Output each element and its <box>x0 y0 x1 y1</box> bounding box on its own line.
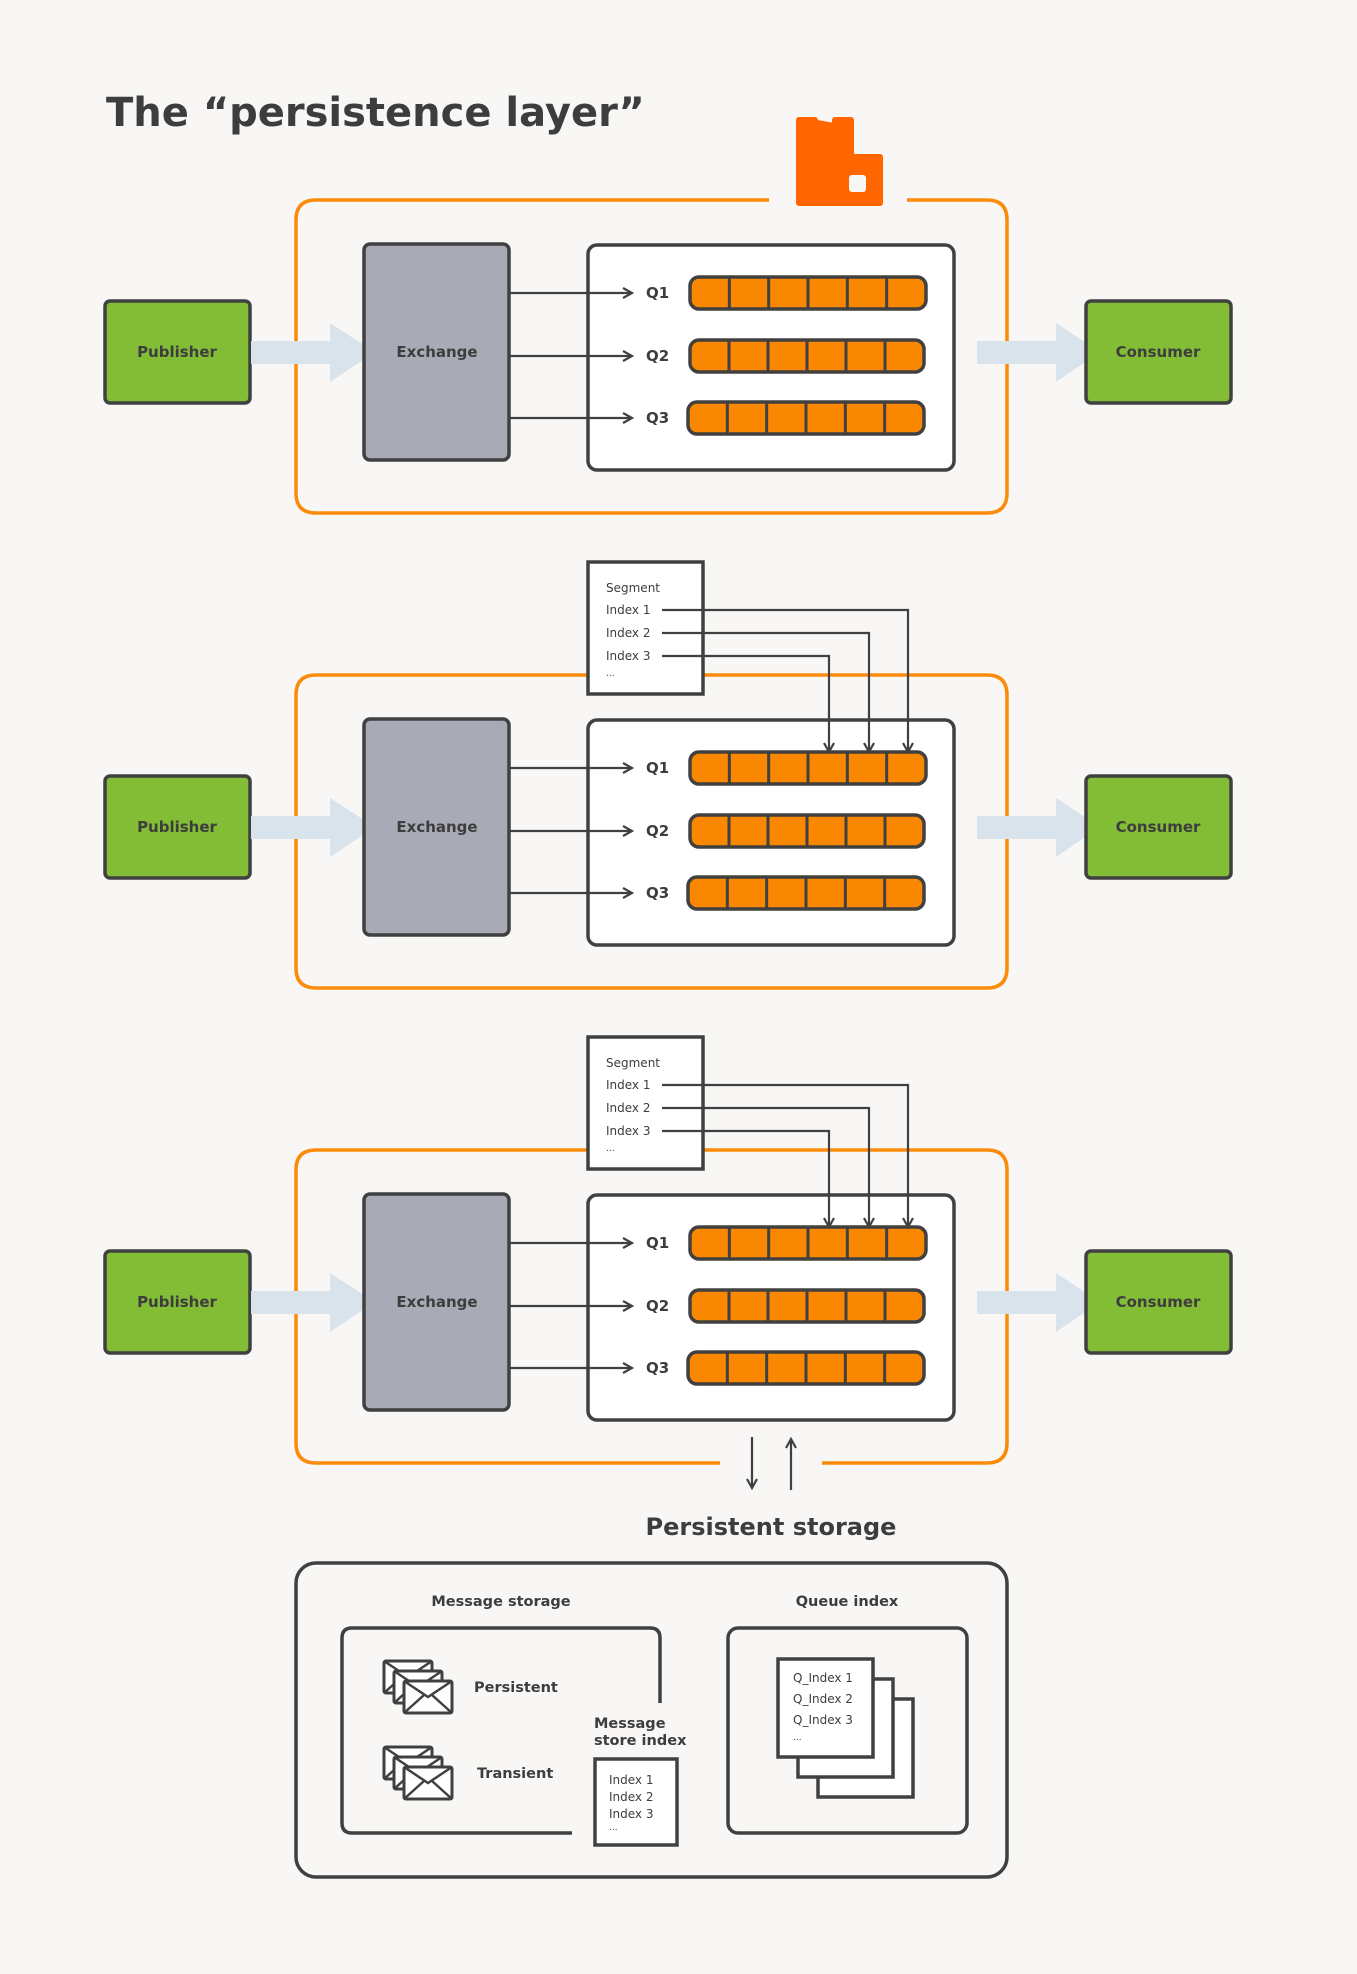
flow-arrow-out <box>977 323 1100 382</box>
diagrams: Publisher ExchangeQ1Q2Q3ConsumerPublisher… <box>103 117 1233 1490</box>
queue-q2: Q2 <box>509 1288 926 1324</box>
segment-heading: Segment <box>606 1056 660 1070</box>
queue-q3: Q3 <box>509 400 926 436</box>
publisher-label: Publisher <box>137 818 217 836</box>
publisher-label: Publisher <box>137 343 217 361</box>
segment-ellipsis: ... <box>606 669 615 679</box>
queue-label: Q2 <box>646 822 669 840</box>
rabbitmq-logo-eye <box>849 175 866 192</box>
flow-arrow-in <box>251 798 375 857</box>
message-store-index-heading-line2: store index <box>594 1733 687 1749</box>
persistent-storage-section: Persistent storage Message storage Queue… <box>294 1513 1009 1879</box>
persistence-layer-diagram: The “persistence layer” Publisher Exchang… <box>103 90 1233 1879</box>
msi-entry: Index 1 <box>609 1773 653 1787</box>
msi-ellipsis: ... <box>609 1823 618 1833</box>
flow-arrow-in <box>251 323 375 382</box>
rabbitmq-logo-shape <box>796 117 883 206</box>
queue-index-ellipsis: ... <box>793 1733 802 1743</box>
queue-label: Q1 <box>646 1234 669 1252</box>
msi-entry: Index 3 <box>609 1807 653 1821</box>
segment-entry: Index 3 <box>606 649 650 663</box>
broker-diagram-1: Publisher Exchange Q1 Q2 Q3 Consumer <box>103 117 1233 515</box>
queue-q1: Q1 <box>509 750 928 786</box>
queue-index-entry: Q_Index 2 <box>793 1692 853 1706</box>
exchange-label: Exchange <box>396 343 477 361</box>
exchange-label: Exchange <box>396 818 477 836</box>
consumer-label: Consumer <box>1116 818 1201 836</box>
message-store-index-heading-line1: Message <box>594 1716 666 1732</box>
queue-label: Q3 <box>646 884 669 902</box>
exchange-label: Exchange <box>396 1293 477 1311</box>
persistent-messages-label: Persistent <box>474 1680 558 1696</box>
segment-heading: Segment <box>606 581 660 595</box>
queue-q2: Q2 <box>509 338 926 374</box>
queue-label: Q3 <box>646 1359 669 1377</box>
queue-q3: Q3 <box>509 875 926 911</box>
broker-diagram-2: Publisher Exchange Q1 Q2 Q3 Consumer Segment In… <box>103 560 1233 990</box>
consumer-label: Consumer <box>1116 343 1201 361</box>
segment-entry: Index 1 <box>606 1078 650 1092</box>
flow-arrow-out <box>977 1273 1100 1332</box>
storage-io-arrows <box>752 1437 791 1490</box>
queue-label: Q1 <box>646 759 669 777</box>
rabbitmq-logo-icon <box>796 117 883 206</box>
queue-q3: Q3 <box>509 1350 926 1386</box>
segment-entry: Index 3 <box>606 1124 650 1138</box>
queue-label: Q3 <box>646 409 669 427</box>
consumer-label: Consumer <box>1116 1293 1201 1311</box>
queue-label: Q2 <box>646 347 669 365</box>
queue-index-entry: Q_Index 1 <box>793 1671 853 1685</box>
envelopes-icon <box>382 1659 454 1715</box>
queue-label: Q1 <box>646 284 669 302</box>
transient-messages-label: Transient <box>477 1766 553 1782</box>
segment-entry: Index 1 <box>606 603 650 617</box>
flow-arrow-out <box>977 798 1100 857</box>
page-title: The “persistence layer” <box>106 90 645 136</box>
broker-diagram-3: Publisher Exchange Q1 Q2 Q3 Consumer Segment In… <box>103 1035 1233 1490</box>
message-storage-heading: Message storage <box>431 1594 570 1610</box>
msi-entry: Index 2 <box>609 1790 653 1804</box>
queue-q2: Q2 <box>509 813 926 849</box>
queue-q1: Q1 <box>509 275 928 311</box>
persistent-storage-heading: Persistent storage <box>646 1513 897 1541</box>
flow-arrow-in <box>251 1273 375 1332</box>
segment-entry: Index 2 <box>606 1101 650 1115</box>
queue-q1: Q1 <box>509 1225 928 1261</box>
queue-index-entry: Q_Index 3 <box>793 1713 853 1727</box>
segment-ellipsis: ... <box>606 1144 615 1154</box>
envelopes-icon <box>382 1745 454 1801</box>
segment-entry: Index 2 <box>606 626 650 640</box>
publisher-label: Publisher <box>137 1293 217 1311</box>
queue-label: Q2 <box>646 1297 669 1315</box>
queue-index-heading: Queue index <box>796 1594 899 1610</box>
